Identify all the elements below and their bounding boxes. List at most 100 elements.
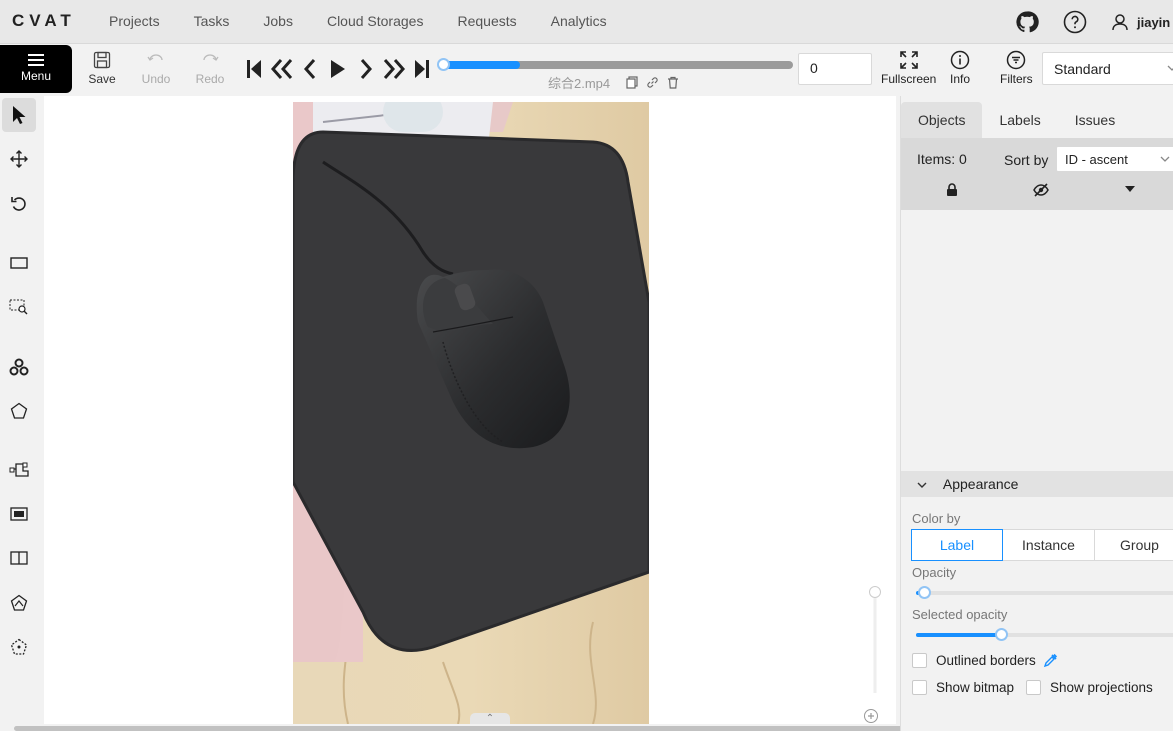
nav-tasks[interactable]: Tasks (177, 0, 247, 44)
nav-analytics[interactable]: Analytics (534, 0, 624, 44)
fullscreen-icon (899, 51, 918, 69)
cursor-tool[interactable] (2, 98, 36, 132)
main-nav: Projects Tasks Jobs Cloud Storages Reque… (92, 0, 624, 44)
tab-labels[interactable]: Labels (982, 102, 1057, 138)
info-icon (950, 50, 970, 70)
opacity-label: Opacity (912, 565, 957, 580)
delete-frame-icon[interactable] (667, 76, 679, 89)
sort-label: Sort by (1004, 152, 1049, 168)
color-by-group-option[interactable]: Group (1095, 529, 1173, 561)
filter-icon (1007, 50, 1026, 70)
opacity-slider[interactable] (916, 586, 1173, 599)
color-picker-icon[interactable] (1043, 653, 1058, 668)
fullscreen-button[interactable]: Fullscreen (881, 50, 936, 86)
copy-icon[interactable] (626, 76, 638, 89)
objects-sidebar: Objects Labels Issues Items: 0 Sort by I… (900, 96, 1173, 731)
last-frame-button[interactable] (408, 56, 436, 82)
outlined-borders-checkbox[interactable] (912, 653, 927, 668)
frame-number-input[interactable]: 0 (798, 53, 872, 85)
play-button[interactable] (324, 56, 352, 82)
chevron-left-icon (303, 59, 316, 79)
fit-tool[interactable] (2, 246, 36, 280)
zoom-in-icon[interactable] (863, 708, 879, 724)
top-header: CVAT Projects Tasks Jobs Cloud Storages … (0, 0, 1173, 44)
draw-points-tool[interactable] (2, 630, 36, 664)
chevron-down-icon (917, 482, 927, 488)
draw-cuboid-tool[interactable] (2, 541, 36, 575)
chevron-down-icon (1160, 156, 1170, 162)
mask-icon (10, 594, 28, 611)
link-icon[interactable] (646, 76, 659, 89)
nav-projects[interactable]: Projects (92, 0, 177, 44)
zoom-region-tool[interactable] (2, 290, 36, 324)
rotate-tool[interactable] (2, 187, 36, 221)
tab-issues[interactable]: Issues (1058, 102, 1132, 138)
draw-mask-tool[interactable] (2, 586, 36, 620)
chevron-right-icon (360, 59, 373, 79)
draw-polygon-tool[interactable] (2, 394, 36, 428)
workspace-select[interactable]: Standard (1042, 52, 1173, 85)
sidebar-tabs: Objects Labels Issues (901, 102, 1132, 138)
color-by-label: Color by (912, 511, 961, 526)
pentagon-icon (10, 402, 28, 419)
annotation-canvas[interactable]: ⌃ (44, 96, 896, 724)
save-label: Save (88, 72, 116, 86)
color-by-instance-option[interactable]: Instance (1003, 529, 1095, 561)
frame-slider[interactable] (437, 58, 794, 72)
fullscreen-label: Fullscreen (881, 72, 937, 86)
github-icon[interactable] (1015, 10, 1039, 34)
appearance-header[interactable]: Appearance (901, 471, 1173, 497)
color-by-radio-group: Label Instance Group (911, 529, 1173, 561)
ai-tools-icon (9, 358, 29, 376)
points-icon (10, 638, 28, 655)
rotate-icon (11, 197, 26, 211)
move-tool[interactable] (2, 142, 36, 176)
help-icon[interactable] (1063, 10, 1087, 34)
objects-header-panel: Items: 0 Sort by ID - ascent (901, 138, 1173, 210)
first-frame-button[interactable] (240, 56, 268, 82)
save-button[interactable]: Save (78, 51, 126, 86)
next-button[interactable] (352, 56, 380, 82)
mouse-photo (293, 102, 649, 724)
previous-button[interactable] (296, 56, 324, 82)
undo-icon (147, 54, 163, 61)
info-label: Info (950, 72, 971, 86)
redo-button[interactable]: Redo (186, 51, 234, 86)
selected-opacity-slider-handle[interactable] (995, 628, 1008, 641)
undo-button[interactable]: Undo (132, 51, 180, 86)
lock-icon[interactable] (946, 183, 958, 197)
eye-invisible-icon[interactable] (1033, 183, 1049, 197)
info-button[interactable]: Info (950, 50, 970, 86)
collapse-bottom-tab[interactable]: ⌃ (470, 713, 510, 724)
cvat-logo[interactable]: CVAT (12, 11, 76, 31)
filters-button[interactable]: Filters (1000, 50, 1033, 86)
selected-opacity-label: Selected opacity (912, 607, 1008, 622)
sort-select[interactable]: ID - ascent (1056, 146, 1173, 172)
slider-handle[interactable] (437, 58, 450, 71)
tab-objects[interactable]: Objects (901, 102, 983, 138)
nav-requests[interactable]: Requests (440, 0, 533, 44)
ai-tools[interactable] (2, 350, 36, 384)
backward-button[interactable] (268, 56, 296, 82)
user-icon (1112, 14, 1128, 31)
menu-button[interactable]: Menu (0, 45, 72, 93)
frame-image[interactable] (293, 102, 649, 724)
opacity-slider-handle[interactable] (918, 586, 931, 599)
move-icon (10, 150, 28, 168)
show-bitmap-checkbox[interactable] (912, 680, 927, 695)
forward-button[interactable] (380, 56, 408, 82)
draw-polyline-tool[interactable] (2, 453, 36, 487)
show-projections-checkbox[interactable] (1026, 680, 1041, 695)
color-by-label-option[interactable]: Label (911, 529, 1003, 561)
user-menu[interactable]: jiayin (1111, 13, 1173, 31)
draw-rectangle-tool[interactable] (2, 497, 36, 531)
zoom-slider[interactable] (869, 586, 881, 696)
selected-opacity-slider[interactable] (916, 628, 1173, 641)
chevron-up-icon: ⌃ (485, 713, 495, 724)
last-frame-icon (415, 60, 429, 78)
nav-jobs[interactable]: Jobs (246, 0, 310, 44)
caret-down-icon[interactable] (1124, 185, 1136, 193)
nav-cloud-storages[interactable]: Cloud Storages (310, 0, 441, 44)
objects-list (901, 210, 1173, 470)
filters-label: Filters (1000, 72, 1033, 86)
